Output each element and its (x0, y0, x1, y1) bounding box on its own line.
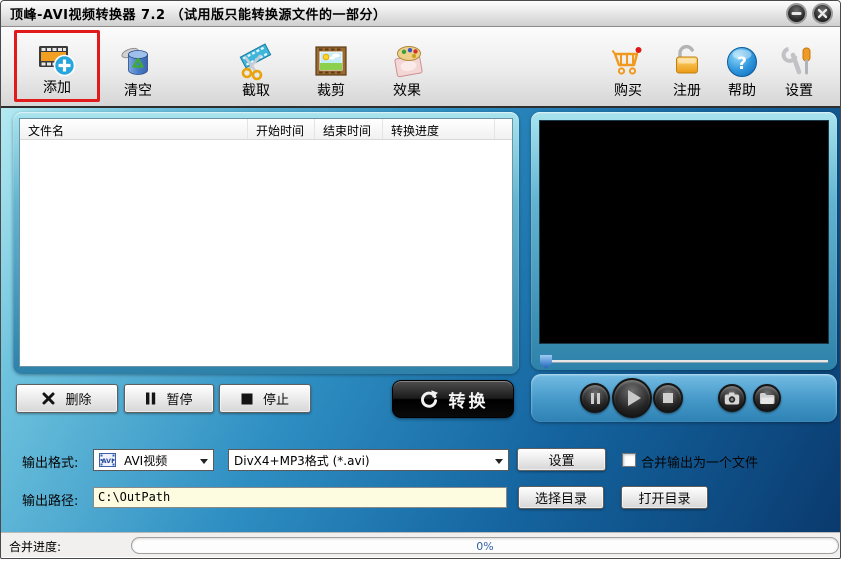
preview-stop-button[interactable] (653, 383, 683, 413)
file-list-body[interactable] (20, 140, 512, 366)
playback-panel (531, 374, 837, 422)
minimize-button[interactable] (786, 3, 807, 24)
merge-output-checkbox[interactable] (622, 453, 636, 467)
camera-icon (724, 392, 740, 405)
toolbar-crop-label: 裁剪 (317, 84, 345, 99)
minimize-icon (791, 8, 802, 19)
help-globe-icon: ? (722, 42, 762, 82)
pause-label: 暂停 (166, 389, 192, 408)
toolbar-settings-button[interactable]: 设置 (770, 30, 828, 102)
toolbar-clear-label: 清空 (124, 84, 152, 99)
pause-icon (145, 392, 156, 405)
stop-icon (241, 393, 253, 405)
merge-progress-label: 合并进度: (9, 538, 61, 555)
app-window: 顶峰-AVI视频转换器 7.2 （试用版只能转换源文件的一部分） (0, 0, 841, 559)
scissors-film-icon (236, 42, 276, 82)
preview-stop-icon (663, 393, 673, 403)
toolbar-clear-button[interactable]: 清空 (109, 30, 167, 102)
toolbar-effect-label: 效果 (393, 84, 421, 99)
delete-x-icon (42, 392, 55, 405)
toolbar-help-label: 帮助 (728, 84, 756, 99)
toolbar-register-label: 注册 (673, 84, 701, 99)
codec-format-value: DivX4+MP3格式 (*.avi) (234, 452, 370, 469)
palette-icon (387, 42, 427, 82)
chevron-down-icon (200, 459, 208, 464)
toolbar-clip-button[interactable]: 截取 (227, 30, 285, 102)
avi-file-icon: AVI (99, 453, 116, 467)
toolbar-buy-label: 购买 (614, 84, 642, 99)
pause-button[interactable]: 暂停 (124, 384, 214, 413)
toolbar-settings-label: 设置 (785, 84, 813, 99)
toolbar-add-button[interactable]: 添加 (14, 30, 100, 102)
convert-arrows-icon (418, 388, 440, 410)
convert-button[interactable]: 转换 (392, 380, 514, 418)
preview-play-button[interactable] (612, 378, 652, 418)
toolbar-help-button[interactable]: ? 帮助 (713, 30, 771, 102)
column-start-time[interactable]: 开始时间 (247, 119, 314, 139)
column-filename[interactable]: 文件名 (20, 119, 247, 139)
column-spacer (494, 119, 512, 139)
choose-directory-label: 选择目录 (535, 488, 587, 507)
snapshot-button[interactable] (718, 384, 746, 412)
container-format-dropdown[interactable]: AVI AVI视频 (93, 449, 214, 471)
delete-button[interactable]: 删除 (16, 384, 118, 413)
tools-icon (779, 42, 819, 82)
lock-icon (667, 42, 707, 82)
stop-button[interactable]: 停止 (219, 384, 311, 413)
video-preview-screen[interactable] (539, 120, 829, 344)
titlebar[interactable]: 顶峰-AVI视频转换器 7.2 （试用版只能转换源文件的一部分） (1, 1, 840, 27)
merge-progress-text: 0% (132, 540, 838, 553)
merge-output-label: 合并输出为一个文件 (641, 452, 758, 471)
toolbar-clip-label: 截取 (242, 84, 270, 99)
seek-track (540, 360, 828, 363)
preview-play-icon (628, 390, 641, 406)
preview-panel (531, 112, 837, 370)
recycle-bin-icon (118, 42, 158, 82)
chevron-down-icon (495, 459, 503, 464)
main-content: 文件名 开始时间 结束时间 转换进度 删除 暂停 停止 (1, 108, 840, 532)
preview-pause-icon (591, 393, 600, 404)
output-path-label: 输出路径: (22, 490, 78, 509)
crop-frame-icon (311, 42, 351, 82)
seek-bar[interactable] (540, 355, 828, 369)
toolbar-effect-button[interactable]: 效果 (378, 30, 436, 102)
preview-pause-button[interactable] (580, 383, 610, 413)
status-bar: 合并进度: 0% (1, 532, 840, 557)
output-path-field[interactable]: C:\OutPath (93, 487, 507, 508)
close-icon (817, 8, 828, 19)
codec-format-dropdown[interactable]: DivX4+MP3格式 (*.avi) (228, 449, 509, 471)
format-settings-label: 设置 (548, 450, 574, 469)
open-directory-label: 打开目录 (638, 488, 690, 507)
seek-thumb[interactable] (540, 355, 552, 369)
format-settings-button[interactable]: 设置 (517, 448, 606, 471)
svg-text:?: ? (737, 54, 747, 74)
folder-icon (759, 392, 775, 405)
output-format-label: 输出格式: (22, 452, 78, 471)
column-end-time[interactable]: 结束时间 (314, 119, 382, 139)
cart-icon (608, 42, 648, 82)
toolbar-add-label: 添加 (43, 81, 71, 96)
choose-directory-button[interactable]: 选择目录 (518, 486, 604, 509)
open-folder-button[interactable] (753, 384, 781, 412)
toolbar-register-button[interactable]: 注册 (658, 30, 716, 102)
film-add-icon (37, 39, 77, 79)
toolbar-buy-button[interactable]: 购买 (599, 30, 657, 102)
file-list-panel: 文件名 开始时间 结束时间 转换进度 (13, 112, 519, 374)
window-title: 顶峰-AVI视频转换器 7.2 （试用版只能转换源文件的一部分） (1, 4, 387, 23)
container-format-value: AVI视频 (124, 452, 167, 469)
open-directory-button[interactable]: 打开目录 (621, 486, 708, 509)
delete-label: 删除 (65, 389, 91, 408)
convert-label: 转换 (449, 387, 489, 412)
merge-progress-bar: 0% (131, 537, 839, 554)
toolbar: 添加 清空 (1, 27, 840, 108)
svg-text:AVI: AVI (101, 457, 113, 465)
file-list-header: 文件名 开始时间 结束时间 转换进度 (20, 119, 512, 140)
column-progress[interactable]: 转换进度 (382, 119, 494, 139)
toolbar-crop-button[interactable]: 裁剪 (302, 30, 360, 102)
close-button[interactable] (812, 3, 833, 24)
stop-label: 停止 (263, 389, 289, 408)
